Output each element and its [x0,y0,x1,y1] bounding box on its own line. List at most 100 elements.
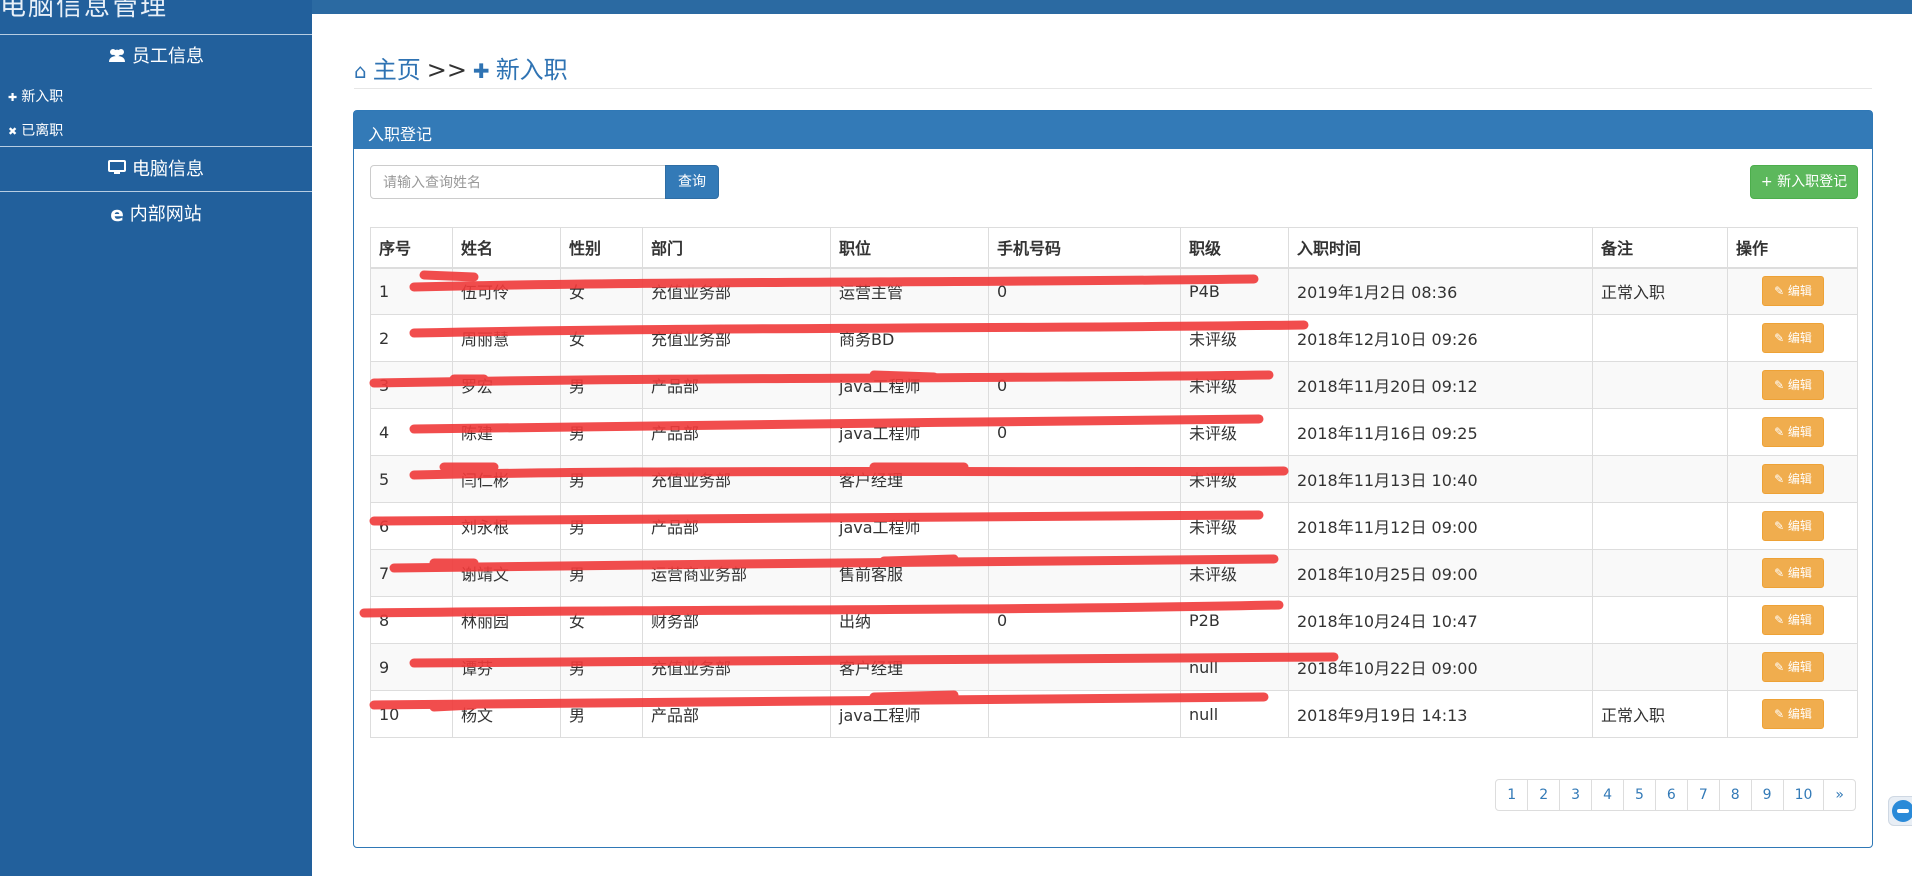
cell-date: 2019年1月2日 08:36 [1288,267,1593,315]
edit-button[interactable]: ✎ 编辑 [1762,323,1824,353]
column-header: 职位 [830,227,989,269]
sidebar-divider [0,146,312,147]
cell-name: 罗宏 [452,361,561,409]
cell-name: 刘永根 [452,502,561,550]
table-row: 1 伍可伶女充值业务部 运营主管 0 P4B 2019年1月2日 08:36 正常入职 ✎ 编… [370,267,1858,315]
cell-dept: 产品部 [642,361,831,409]
edit-button[interactable]: ✎ 编辑 [1762,417,1824,447]
cell-note: 正常入职 [1592,690,1728,738]
cell-position: java工程师 [830,408,989,456]
cell-grade: 未评级 [1180,502,1289,550]
employee-table: 序号 姓名 性别 部门 职位 手机号码 职级 入职时间 备注 操作 1 伍可伶女充… [370,227,1858,738]
cell-date: 2018年11月12日 09:00 [1288,502,1593,550]
breadcrumb-home[interactable]: 主页 [373,56,421,84]
cell-gender: 男 [560,361,643,409]
search-input[interactable]: 请输入查询姓名 [370,165,666,199]
breadcrumb-separator: >> [426,56,467,84]
cell-actions: ✎ 编辑 [1727,267,1858,315]
floating-widget[interactable] [1888,796,1912,826]
cell-no: 6 [370,502,453,550]
sidebar-divider [0,191,312,192]
column-header: 操作 [1727,227,1858,269]
sidebar-section-computers[interactable]: 电脑信息 [0,155,312,181]
cell-no: 4 [370,408,453,456]
user-plus-icon: ✚ [472,59,490,83]
page-link[interactable]: 6 [1654,779,1688,811]
cell-dept: 充值业务部 [642,314,831,362]
cell-dept: 充值业务部 [642,455,831,503]
sidebar-item-resigned[interactable]: ✖ 已离职 [8,120,63,140]
cell-date: 2018年10月22日 09:00 [1288,643,1593,691]
page-link[interactable]: 7 [1686,779,1720,811]
page-link[interactable]: 10 [1782,779,1825,811]
page-link[interactable]: 2 [1527,779,1561,811]
cell-grade: 未评级 [1180,408,1289,456]
cell-name: 周丽慧 [452,314,561,362]
page-link[interactable]: 4 [1591,779,1624,811]
cell-actions: ✎ 编辑 [1727,455,1858,503]
table-row: 6 刘永根男产品部 java工程师 未评级 2018年11月12日 09:00 ✎ 编辑 [370,502,1858,550]
cell-name: 谭芬 [452,643,561,691]
cell-phone: 0 [988,361,1181,409]
edit-button[interactable]: ✎ 编辑 [1762,511,1824,541]
cell-grade: 未评级 [1180,314,1289,362]
sidebar-section-label: 员工信息 [132,46,204,67]
table-row: 5 闫仁彬男充值业务部 客户经理 未评级 2018年11月13日 10:40 ✎ 编辑 [370,455,1858,503]
sidebar-section-staff[interactable]: 员工信息 [0,42,312,68]
column-header: 姓名 [452,227,561,269]
edit-button[interactable]: ✎ 编辑 [1762,652,1824,682]
cell-grade: 未评级 [1180,549,1289,597]
edit-button[interactable]: ✎ 编辑 [1762,370,1824,400]
cell-grade: 未评级 [1180,361,1289,409]
cell-no: 7 [370,549,453,597]
sidebar-section-intranet[interactable]: e 内部网站 [0,200,312,226]
cell-no: 1 [370,267,453,315]
column-header: 序号 [370,227,453,269]
sidebar-divider [0,34,312,35]
cell-dept: 产品部 [642,408,831,456]
cell-actions: ✎ 编辑 [1727,690,1858,738]
edit-button[interactable]: ✎ 编辑 [1762,276,1824,307]
cell-phone [988,455,1181,503]
cell-dept: 运营商业务部 [642,549,831,597]
cell-date: 2018年10月24日 10:47 [1288,596,1593,644]
edit-button[interactable]: ✎ 编辑 [1762,464,1824,494]
page-link[interactable]: 5 [1622,779,1656,811]
cell-dept: 充值业务部 [642,643,831,691]
edit-button[interactable]: ✎ 编辑 [1762,605,1824,635]
breadcrumb: ⌂ 主页 >> ✚ 新入职 [354,50,568,85]
cell-phone: 0 [988,408,1181,456]
cell-actions: ✎ 编辑 [1727,643,1858,691]
page-link[interactable]: 3 [1559,779,1593,811]
sidebar-section-label: 内部网站 [129,204,202,225]
add-new-hire-button[interactable]: + 新入职登记 [1750,165,1858,199]
edit-button[interactable]: ✎ 编辑 [1762,699,1824,729]
page-link[interactable]: 9 [1750,779,1784,811]
monitor-icon [108,160,126,181]
cell-position: 运营主管 [830,267,989,315]
cell-position: 客户经理 [830,643,989,691]
cell-gender: 男 [560,455,643,503]
cell-gender: 男 [560,643,643,691]
page-link[interactable]: 1 [1495,779,1529,811]
cell-note [1592,314,1728,362]
cell-position: 售前客服 [830,549,989,597]
cell-actions: ✎ 编辑 [1727,502,1858,550]
cell-date: 2018年9月19日 14:13 [1288,690,1593,738]
cell-grade: P2B [1180,596,1289,644]
cell-phone [988,690,1181,738]
edit-button[interactable]: ✎ 编辑 [1762,558,1824,588]
cell-gender: 女 [560,314,643,362]
cell-note: 正常入职 [1592,267,1728,315]
cell-no: 3 [370,361,453,409]
cell-note [1592,596,1728,644]
cell-phone [988,502,1181,550]
table-row: 8 林丽园女财务部 出纳 0 P2B 2018年10月24日 10:47 ✎ 编辑 [370,596,1858,644]
page-next-button[interactable]: » [1823,779,1856,811]
sidebar-item-new-hire[interactable]: ✚ 新入职 [8,86,63,106]
search-button[interactable]: 查询 [665,165,719,199]
column-header: 部门 [642,227,831,269]
cell-position: java工程师 [830,690,989,738]
sidebar: 电脑信息管理 员工信息 ✚ 新入职 ✖ 已离职 电脑信息 e 内部网站 [0,0,312,876]
page-link[interactable]: 8 [1718,779,1752,811]
